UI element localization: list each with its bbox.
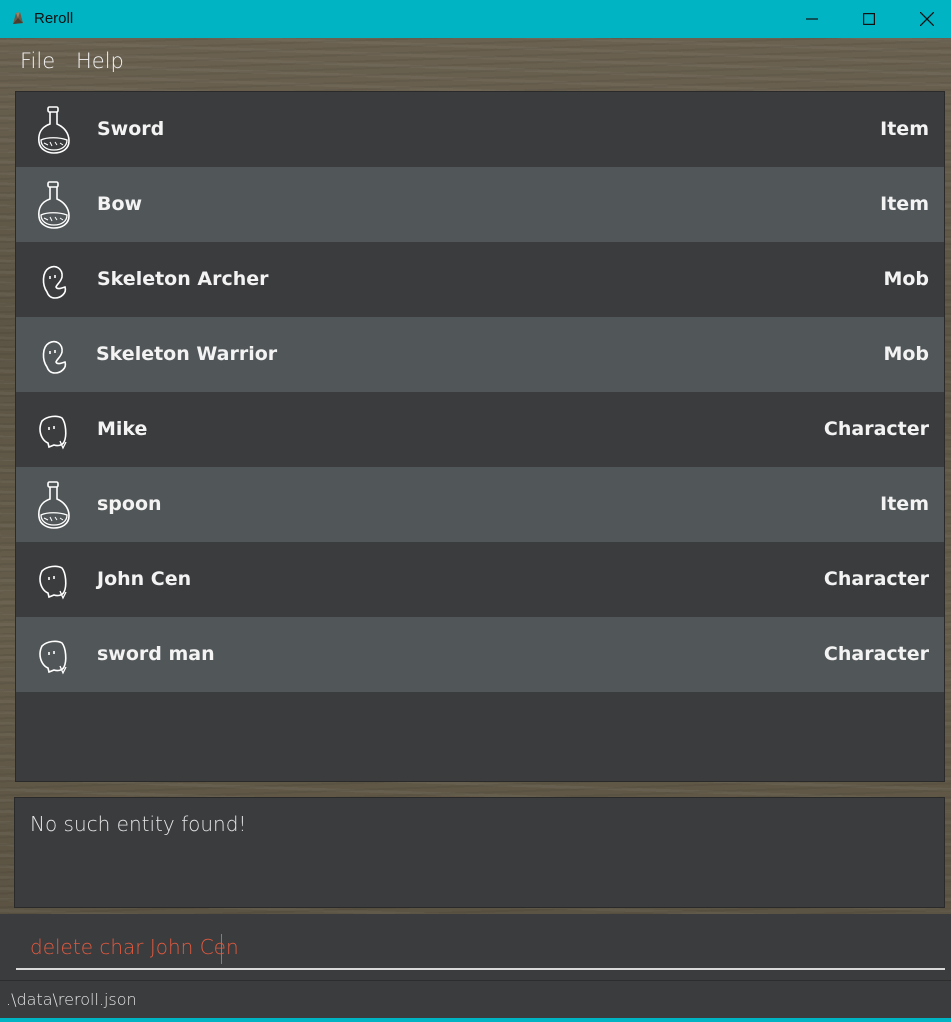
- menu-file[interactable]: File: [20, 49, 55, 73]
- entity-type: Item: [880, 193, 929, 215]
- status-file-path: .\data\reroll.json: [6, 990, 137, 1009]
- window-bottom-border: [0, 1018, 951, 1022]
- list-item[interactable]: Sword Item: [16, 92, 944, 167]
- list-item[interactable]: Mike Character: [16, 392, 944, 467]
- list-item[interactable]: Skeleton Archer Mob: [16, 242, 944, 317]
- menu-help[interactable]: Help: [76, 49, 124, 73]
- entity-name: sword man: [97, 643, 215, 665]
- status-bar: .\data\reroll.json: [0, 980, 951, 1019]
- close-button[interactable]: [898, 0, 951, 38]
- maximize-icon: [863, 13, 875, 25]
- text-caret: [221, 934, 222, 964]
- list-item[interactable]: sword man Character: [16, 617, 944, 692]
- close-icon: [920, 12, 934, 26]
- result-message: No such entity found!: [30, 812, 247, 836]
- entity-name: Mike: [97, 418, 148, 440]
- ghost-icon: [42, 265, 67, 299]
- entity-type: Item: [880, 118, 929, 140]
- list-item[interactable]: spoon Item: [16, 467, 944, 542]
- entity-name: Sword: [97, 118, 165, 140]
- app-icon: [13, 12, 23, 24]
- potion-icon: [38, 181, 70, 229]
- entity-type: Mob: [883, 268, 929, 290]
- entity-list[interactable]: Sword Item Bow Item Skeleton Archer Mob …: [15, 91, 945, 782]
- list-item[interactable]: John Cen Character: [16, 542, 944, 617]
- ghost-icon: [42, 340, 67, 374]
- menu-bar: File Help: [0, 38, 951, 84]
- potion-icon: [38, 106, 70, 154]
- entity-type: Character: [823, 568, 929, 590]
- minimize-button[interactable]: [783, 0, 841, 38]
- title-bar: Reroll: [0, 0, 951, 38]
- window-title: Reroll: [34, 10, 74, 27]
- entity-type: Character: [823, 418, 929, 440]
- list-item[interactable]: Bow Item: [16, 167, 944, 242]
- character-icon: [39, 565, 67, 600]
- entity-type: Item: [880, 493, 929, 515]
- entity-name: Skeleton Warrior: [96, 343, 278, 365]
- list-item[interactable]: Skeleton Warrior Mob: [16, 317, 944, 392]
- character-icon: [39, 415, 67, 450]
- result-display: No such entity found!: [14, 797, 945, 908]
- minimize-icon: [806, 18, 818, 20]
- potion-icon: [38, 481, 70, 529]
- maximize-button[interactable]: [840, 0, 898, 38]
- command-input[interactable]: [16, 926, 945, 970]
- entity-name: spoon: [97, 493, 162, 515]
- entity-type: Character: [823, 643, 929, 665]
- entity-name: Skeleton Archer: [97, 268, 269, 290]
- command-box: [0, 914, 951, 980]
- character-icon: [39, 640, 67, 675]
- entity-name: John Cen: [97, 568, 192, 590]
- entity-type: Mob: [883, 343, 929, 365]
- entity-name: Bow: [97, 193, 143, 215]
